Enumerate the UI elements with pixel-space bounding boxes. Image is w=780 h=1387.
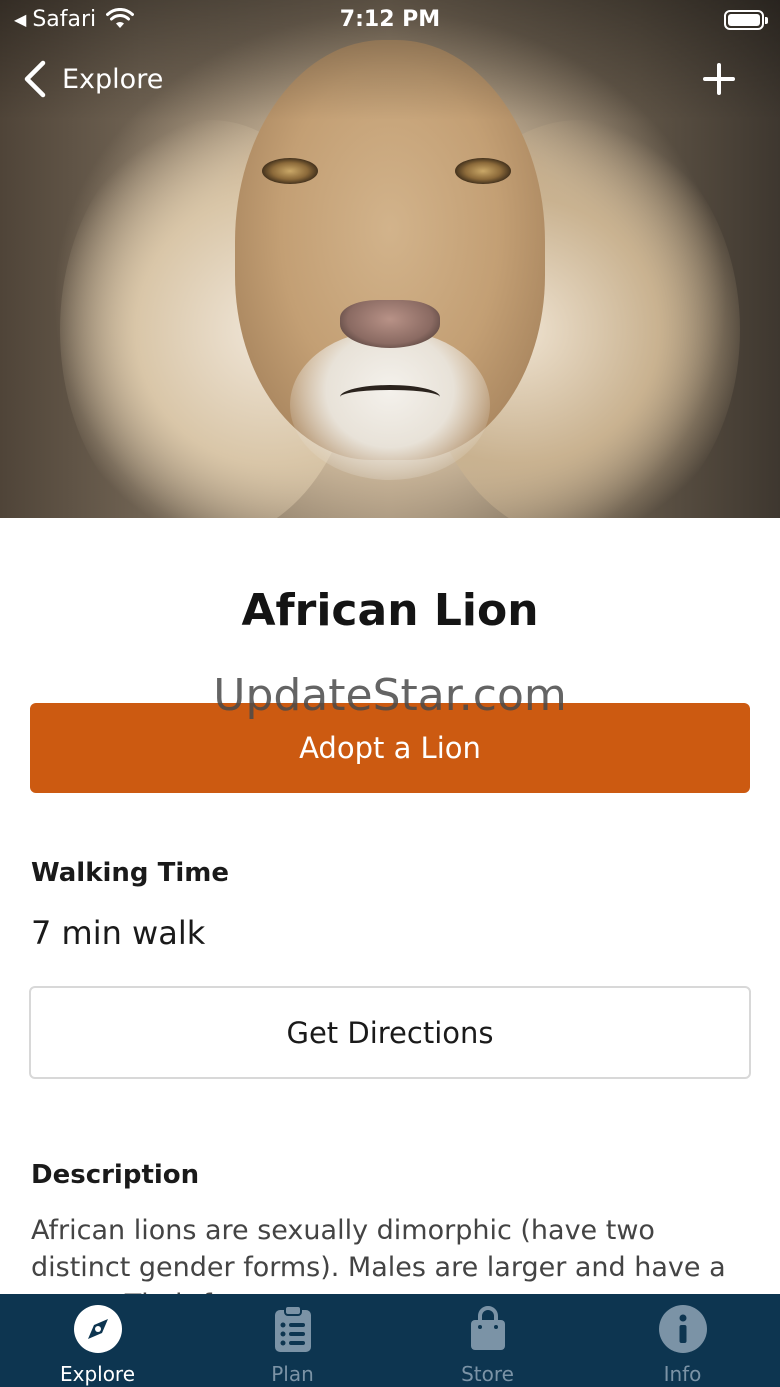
tab-info[interactable]: Info <box>585 1294 780 1387</box>
battery-icon <box>724 10 768 30</box>
compass-icon <box>73 1305 122 1353</box>
status-bar: ◀ Safari 7:12 PM <box>0 0 780 40</box>
nav-back-label: Explore <box>62 63 164 95</box>
walking-time-heading: Walking Time <box>31 858 229 888</box>
adopt-button[interactable]: Adopt a Lion <box>30 703 750 793</box>
info-icon <box>658 1305 707 1353</box>
status-time: 7:12 PM <box>339 7 441 32</box>
shopping-bag-icon <box>470 1306 505 1350</box>
lion-mouth <box>340 385 440 409</box>
tab-plan-label: Plan <box>271 1362 314 1386</box>
chevron-left-icon <box>24 60 46 98</box>
tab-bar: Explore Plan Store Info <box>0 1294 780 1387</box>
description-heading: Description <box>31 1160 200 1190</box>
lion-nose <box>340 300 440 348</box>
add-icon[interactable] <box>702 62 736 96</box>
tab-plan[interactable]: Plan <box>195 1294 390 1387</box>
nav-back-button[interactable]: Explore <box>22 60 163 98</box>
lion-eye-right <box>455 158 511 184</box>
app-screen: ◀ Safari 7:12 PM Explore African Lion Up… <box>0 0 780 1387</box>
get-directions-button[interactable]: Get Directions <box>29 986 751 1079</box>
tab-store-label: Store <box>461 1362 514 1386</box>
animal-title: African Lion <box>241 585 539 636</box>
clipboard-list-icon <box>274 1305 311 1352</box>
lion-eye-left <box>262 158 318 184</box>
tab-explore[interactable]: Explore <box>0 1294 195 1387</box>
tab-store[interactable]: Store <box>390 1294 585 1387</box>
tab-explore-label: Explore <box>59 1362 136 1386</box>
tab-info-label: Info <box>663 1362 702 1386</box>
walking-time-value: 7 min walk <box>31 914 206 952</box>
